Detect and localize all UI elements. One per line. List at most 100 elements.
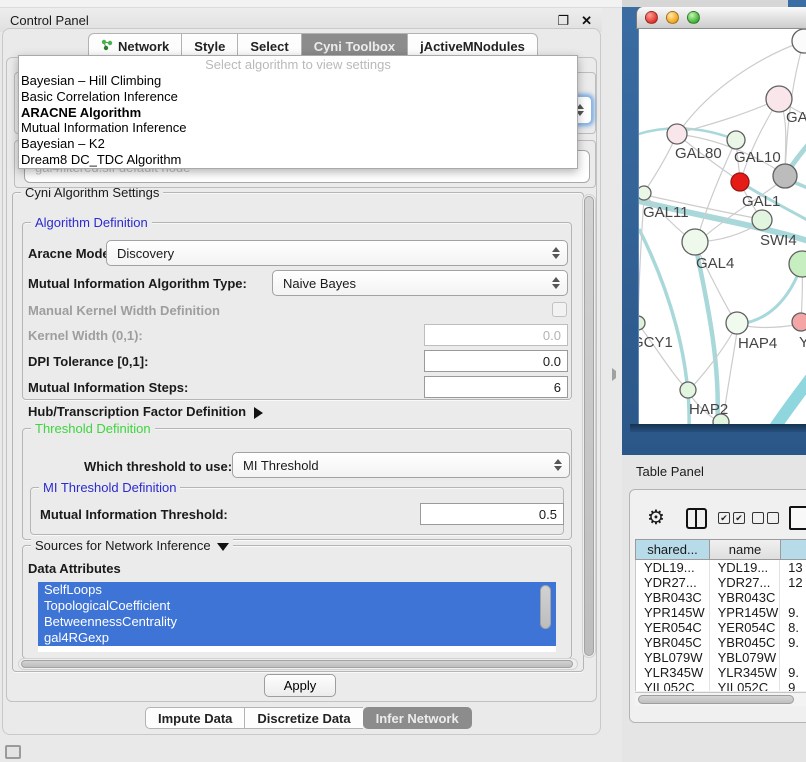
- table-cell[interactable]: 9.: [780, 635, 806, 650]
- network-node-hap4[interactable]: [726, 312, 748, 334]
- algorithm-option-bayesian-hill-climbing[interactable]: Bayesian – Hill Climbing: [19, 73, 577, 89]
- table-cell[interactable]: YDR27...: [636, 575, 710, 590]
- table-cell[interactable]: YBR045C: [636, 635, 710, 650]
- settings-vscrollbar[interactable]: [582, 194, 596, 658]
- apply-button[interactable]: Apply: [264, 674, 336, 697]
- table-cell[interactable]: 9: [780, 680, 806, 691]
- table-cell[interactable]: YBR043C: [636, 590, 710, 605]
- network-node-gal1[interactable]: [731, 173, 749, 191]
- gear-icon[interactable]: ⚙: [647, 504, 665, 532]
- table-row[interactable]: YER054CYER054C8.: [636, 620, 806, 635]
- aracne-mode-combobox[interactable]: Discovery: [106, 240, 568, 266]
- sources-title[interactable]: Sources for Network Inference: [31, 538, 233, 553]
- table-cell[interactable]: 9.: [780, 665, 806, 680]
- network-node[interactable]: [792, 29, 806, 53]
- columns-icon[interactable]: [686, 508, 707, 529]
- network-node-gal4[interactable]: [682, 229, 708, 255]
- table-cell[interactable]: YLR345W: [710, 665, 781, 680]
- close-window-icon[interactable]: [645, 11, 658, 24]
- network-view-canvas[interactable]: GALGAL80GAL10GAL1GAL11SWI4GAL4GCY1HAP4YH…: [638, 29, 806, 424]
- table-row[interactable]: YDL19...YDL19...13: [636, 560, 806, 575]
- table-row[interactable]: YBR043CYBR043C: [636, 590, 806, 605]
- float-icon[interactable]: ❐: [557, 14, 569, 27]
- network-node[interactable]: [789, 251, 806, 277]
- table-cell[interactable]: YDL19...: [710, 560, 781, 575]
- table-hscrollbar-thumb[interactable]: [638, 695, 794, 704]
- settings-hscrollbar[interactable]: [18, 658, 578, 670]
- combo-arrows-icon: [552, 277, 560, 289]
- network-node-y[interactable]: [792, 313, 806, 331]
- column-header-name[interactable]: name: [709, 539, 780, 560]
- dpi-tolerance-input[interactable]: 0.0: [424, 350, 568, 372]
- tab-infer-network[interactable]: Infer Network: [363, 707, 472, 729]
- attribute-item-betweennesscentrality[interactable]: BetweennessCentrality: [38, 614, 556, 630]
- data-attributes-list[interactable]: SelfLoopsTopologicalCoefficientBetweenne…: [38, 582, 556, 652]
- network-window-titlebar[interactable]: [636, 7, 806, 29]
- algorithm-option-aracne-algorithm[interactable]: ARACNE Algorithm: [19, 105, 577, 121]
- network-node-gcy1[interactable]: [639, 316, 645, 330]
- table-cell[interactable]: YDL19...: [636, 560, 710, 575]
- table-cell[interactable]: [780, 650, 806, 665]
- algorithm-option-dream8-dc-tdc-algorithm[interactable]: Dream8 DC_TDC Algorithm: [19, 152, 577, 168]
- table-cell[interactable]: YER054C: [636, 620, 710, 635]
- which-threshold-combobox[interactable]: MI Threshold: [232, 452, 570, 478]
- deselect-all-icon[interactable]: [752, 512, 779, 524]
- table-cell[interactable]: 12: [780, 575, 806, 590]
- column-header-partial[interactable]: [780, 539, 806, 560]
- table-cell[interactable]: YBR045C: [710, 635, 781, 650]
- table-cell[interactable]: YBL079W: [636, 650, 710, 665]
- close-icon[interactable]: ✕: [581, 14, 592, 27]
- node-label-hap2: HAP2: [689, 401, 728, 418]
- table-row[interactable]: YDR27...YDR27...12: [636, 575, 806, 590]
- table-cell[interactable]: YPR145W: [710, 605, 781, 620]
- network-node[interactable]: [773, 164, 797, 188]
- algorithm-option-basic-correlation-inference[interactable]: Basic Correlation Inference: [19, 89, 577, 105]
- network-node-swi4[interactable]: [752, 210, 772, 230]
- network-node-gal11[interactable]: [639, 186, 651, 200]
- mi-threshold-input[interactable]: 0.5: [420, 503, 564, 525]
- table-row[interactable]: YLR345WYLR345W9.: [636, 665, 806, 680]
- settings-hscrollbar-thumb[interactable]: [21, 660, 573, 668]
- zoom-window-icon[interactable]: [687, 11, 700, 24]
- tab-impute-data[interactable]: Impute Data: [145, 707, 244, 729]
- minimize-window-icon[interactable]: [666, 11, 679, 24]
- table-cell[interactable]: YPR145W: [636, 605, 710, 620]
- table-hscrollbar[interactable]: [635, 692, 806, 706]
- table-cell[interactable]: YER054C: [710, 620, 781, 635]
- tab-discretize-data[interactable]: Discretize Data: [244, 707, 362, 729]
- table-row[interactable]: YBR045CYBR045C9.: [636, 635, 806, 650]
- network-node-hap2[interactable]: [680, 382, 696, 398]
- table-cell[interactable]: YBL079W: [710, 650, 781, 665]
- table-row[interactable]: YBL079WYBL079W: [636, 650, 806, 665]
- table-cell[interactable]: YBR043C: [710, 590, 781, 605]
- attribute-item-gal4rgexp[interactable]: gal4RGexp: [38, 630, 556, 646]
- table-row[interactable]: YPR145WYPR145W9.: [636, 605, 806, 620]
- table-cell[interactable]: [780, 590, 806, 605]
- attribute-item-topologicalcoefficient[interactable]: TopologicalCoefficient: [38, 598, 556, 614]
- kernel-width-input[interactable]: 0.0: [424, 324, 568, 346]
- column-header-shared[interactable]: shared...: [635, 539, 709, 560]
- manual-kernel-checkbox[interactable]: [552, 302, 567, 317]
- algorithm-option-bayesian-k2[interactable]: Bayesian – K2: [19, 136, 577, 152]
- network-node-gal80[interactable]: [667, 124, 687, 144]
- page-icon[interactable]: [789, 506, 806, 530]
- mi-steps-input[interactable]: 6: [424, 376, 568, 398]
- splitter-grip[interactable]: [612, 368, 621, 381]
- table-row[interactable]: YIL052CYIL052C9: [636, 680, 806, 691]
- mi-type-combobox[interactable]: Naive Bayes: [272, 270, 568, 296]
- table-cell[interactable]: YIL052C: [710, 680, 781, 691]
- minimized-panel-icon[interactable]: [5, 745, 21, 759]
- table-cell[interactable]: 13: [780, 560, 806, 575]
- table-cell[interactable]: YIL052C: [636, 680, 710, 691]
- table-cell[interactable]: YDR27...: [710, 575, 781, 590]
- table-cell[interactable]: 8.: [780, 620, 806, 635]
- network-node-gal10[interactable]: [727, 131, 745, 149]
- select-all-icon[interactable]: ✔✔: [718, 512, 745, 524]
- table-cell[interactable]: 9.: [780, 605, 806, 620]
- settings-vscrollbar-thumb[interactable]: [584, 196, 594, 656]
- attributes-scrollbar-thumb[interactable]: [540, 585, 551, 629]
- table-cell[interactable]: YLR345W: [636, 665, 710, 680]
- algorithm-option-mutual-information-inference[interactable]: Mutual Information Inference: [19, 120, 577, 136]
- attribute-item-selfloops[interactable]: SelfLoops: [38, 582, 556, 598]
- hub-definition-toggle[interactable]: Hub/Transcription Factor Definition: [28, 404, 263, 419]
